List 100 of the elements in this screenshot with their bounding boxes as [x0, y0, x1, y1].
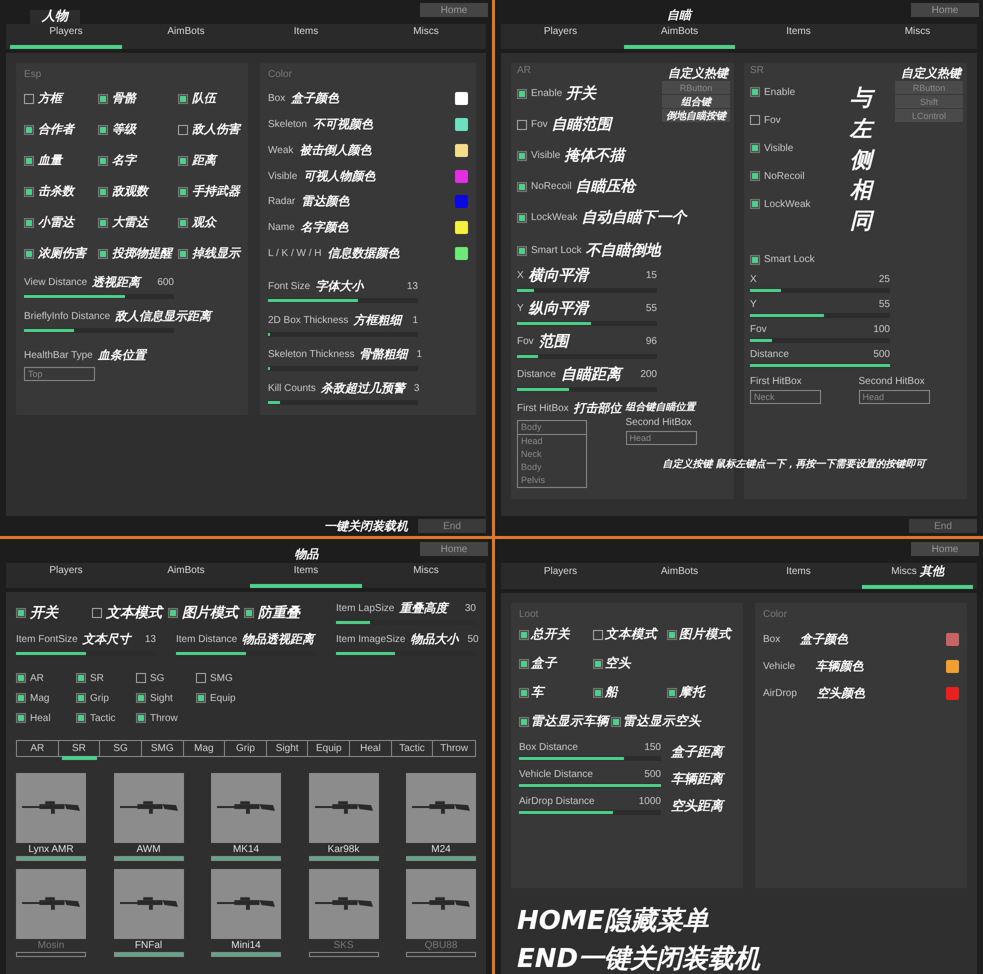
checkbox[interactable]	[750, 254, 760, 265]
slider-track[interactable]	[24, 294, 174, 299]
color-swatch[interactable]	[946, 687, 959, 700]
item-toggle-bar[interactable]	[114, 952, 184, 957]
checkbox[interactable]	[168, 608, 178, 618]
tab[interactable]: Players	[505, 563, 616, 589]
tab[interactable]: AimBots	[624, 563, 735, 589]
slider-track[interactable]	[268, 332, 418, 338]
checkbox[interactable]	[24, 218, 34, 228]
color-swatch[interactable]	[946, 633, 959, 646]
checkbox[interactable]	[136, 673, 146, 683]
tab[interactable]: Players	[10, 563, 122, 588]
item-toggle-bar[interactable]	[308, 856, 378, 861]
checkbox[interactable]	[24, 156, 34, 166]
checkbox[interactable]	[750, 171, 760, 181]
color-swatch[interactable]	[455, 246, 468, 260]
checkbox[interactable]	[16, 713, 26, 723]
checkbox[interactable]	[517, 88, 527, 98]
checkbox[interactable]	[519, 630, 529, 640]
checkbox[interactable]	[98, 186, 108, 196]
checkbox[interactable]	[517, 150, 527, 160]
checkbox[interactable]	[750, 87, 760, 97]
category-tab[interactable]: SG	[100, 741, 142, 756]
tab[interactable]: AimBots	[130, 563, 242, 588]
checkbox[interactable]	[667, 688, 677, 698]
checkbox[interactable]	[178, 94, 188, 104]
category-tab[interactable]: AR	[17, 741, 59, 756]
slider-track[interactable]	[24, 328, 174, 333]
category-tab[interactable]: Tactic	[392, 741, 434, 756]
slider-track[interactable]	[517, 288, 657, 293]
item-toggle-bar[interactable]	[16, 856, 86, 861]
category-tab[interactable]: Throw	[433, 741, 475, 756]
tab[interactable]: AimBots	[624, 24, 735, 49]
checkbox[interactable]	[750, 115, 760, 125]
color-swatch[interactable]	[455, 195, 468, 208]
checkbox[interactable]	[593, 658, 603, 668]
checkbox[interactable]	[196, 673, 206, 683]
slider-track[interactable]	[517, 321, 657, 326]
category-tab[interactable]: Equip	[308, 741, 350, 756]
checkbox[interactable]	[611, 716, 621, 726]
category-tab[interactable]: SMG	[142, 741, 184, 756]
tab[interactable]: Items	[250, 563, 362, 588]
slider-track[interactable]	[268, 366, 418, 372]
checkbox[interactable]	[519, 716, 529, 726]
checkbox[interactable]	[136, 713, 146, 723]
category-tab[interactable]: Mag	[184, 741, 226, 756]
item-tile[interactable]	[114, 869, 184, 939]
checkbox[interactable]	[178, 248, 188, 258]
hotkey-button[interactable]: 组合键	[662, 95, 730, 108]
item-toggle-bar[interactable]	[308, 952, 378, 957]
item-tile[interactable]	[308, 773, 378, 843]
item-toggle-bar[interactable]	[406, 952, 476, 957]
slider-track[interactable]	[750, 288, 890, 293]
item-toggle-bar[interactable]	[16, 952, 86, 957]
checkbox[interactable]	[517, 120, 527, 130]
category-tab[interactable]: Sight	[266, 741, 308, 756]
checkbox[interactable]	[98, 94, 108, 104]
tab[interactable]: Miscs 其他	[862, 563, 973, 589]
checkbox[interactable]	[593, 688, 603, 698]
checkbox[interactable]	[750, 143, 760, 153]
item-tile[interactable]	[16, 869, 86, 939]
checkbox[interactable]	[24, 248, 34, 258]
color-swatch[interactable]	[455, 170, 468, 183]
item-tile[interactable]	[211, 773, 281, 843]
checkbox[interactable]	[196, 693, 206, 703]
hotkey-button[interactable]: 倒地自瞄按键	[662, 109, 730, 122]
item-tile[interactable]	[114, 773, 184, 843]
checkbox[interactable]	[519, 658, 529, 668]
checkbox[interactable]	[178, 156, 188, 166]
slider-track[interactable]	[517, 387, 657, 392]
checkbox[interactable]	[244, 608, 254, 618]
checkbox[interactable]	[16, 673, 26, 683]
checkbox[interactable]	[98, 156, 108, 166]
checkbox[interactable]	[178, 186, 188, 196]
tab[interactable]: Miscs	[370, 563, 482, 588]
checkbox[interactable]	[76, 693, 86, 703]
checkbox[interactable]	[16, 693, 26, 703]
tab[interactable]: Miscs	[862, 24, 973, 49]
item-toggle-bar[interactable]	[406, 856, 476, 861]
checkbox[interactable]	[92, 608, 102, 618]
tab[interactable]: Miscs	[370, 24, 482, 49]
slider-track[interactable]	[268, 298, 418, 304]
checkbox[interactable]	[750, 199, 760, 209]
category-tab[interactable]: Grip	[225, 741, 267, 756]
slider-track[interactable]	[750, 338, 890, 343]
tab[interactable]: Items	[743, 563, 854, 589]
tab[interactable]: Items	[250, 24, 362, 49]
slider-track[interactable]	[519, 756, 661, 761]
tab[interactable]: AimBots	[130, 24, 242, 49]
checkbox[interactable]	[24, 94, 34, 104]
checkbox[interactable]	[517, 182, 527, 192]
tab[interactable]: Items	[743, 24, 854, 49]
item-tile[interactable]	[211, 869, 281, 939]
tab[interactable]: Players	[10, 24, 122, 49]
color-swatch[interactable]	[455, 118, 468, 132]
color-swatch[interactable]	[455, 92, 468, 106]
checkbox[interactable]	[667, 630, 677, 640]
checkbox[interactable]	[98, 124, 108, 134]
checkbox[interactable]	[76, 673, 86, 683]
item-toggle-bar[interactable]	[211, 952, 281, 957]
